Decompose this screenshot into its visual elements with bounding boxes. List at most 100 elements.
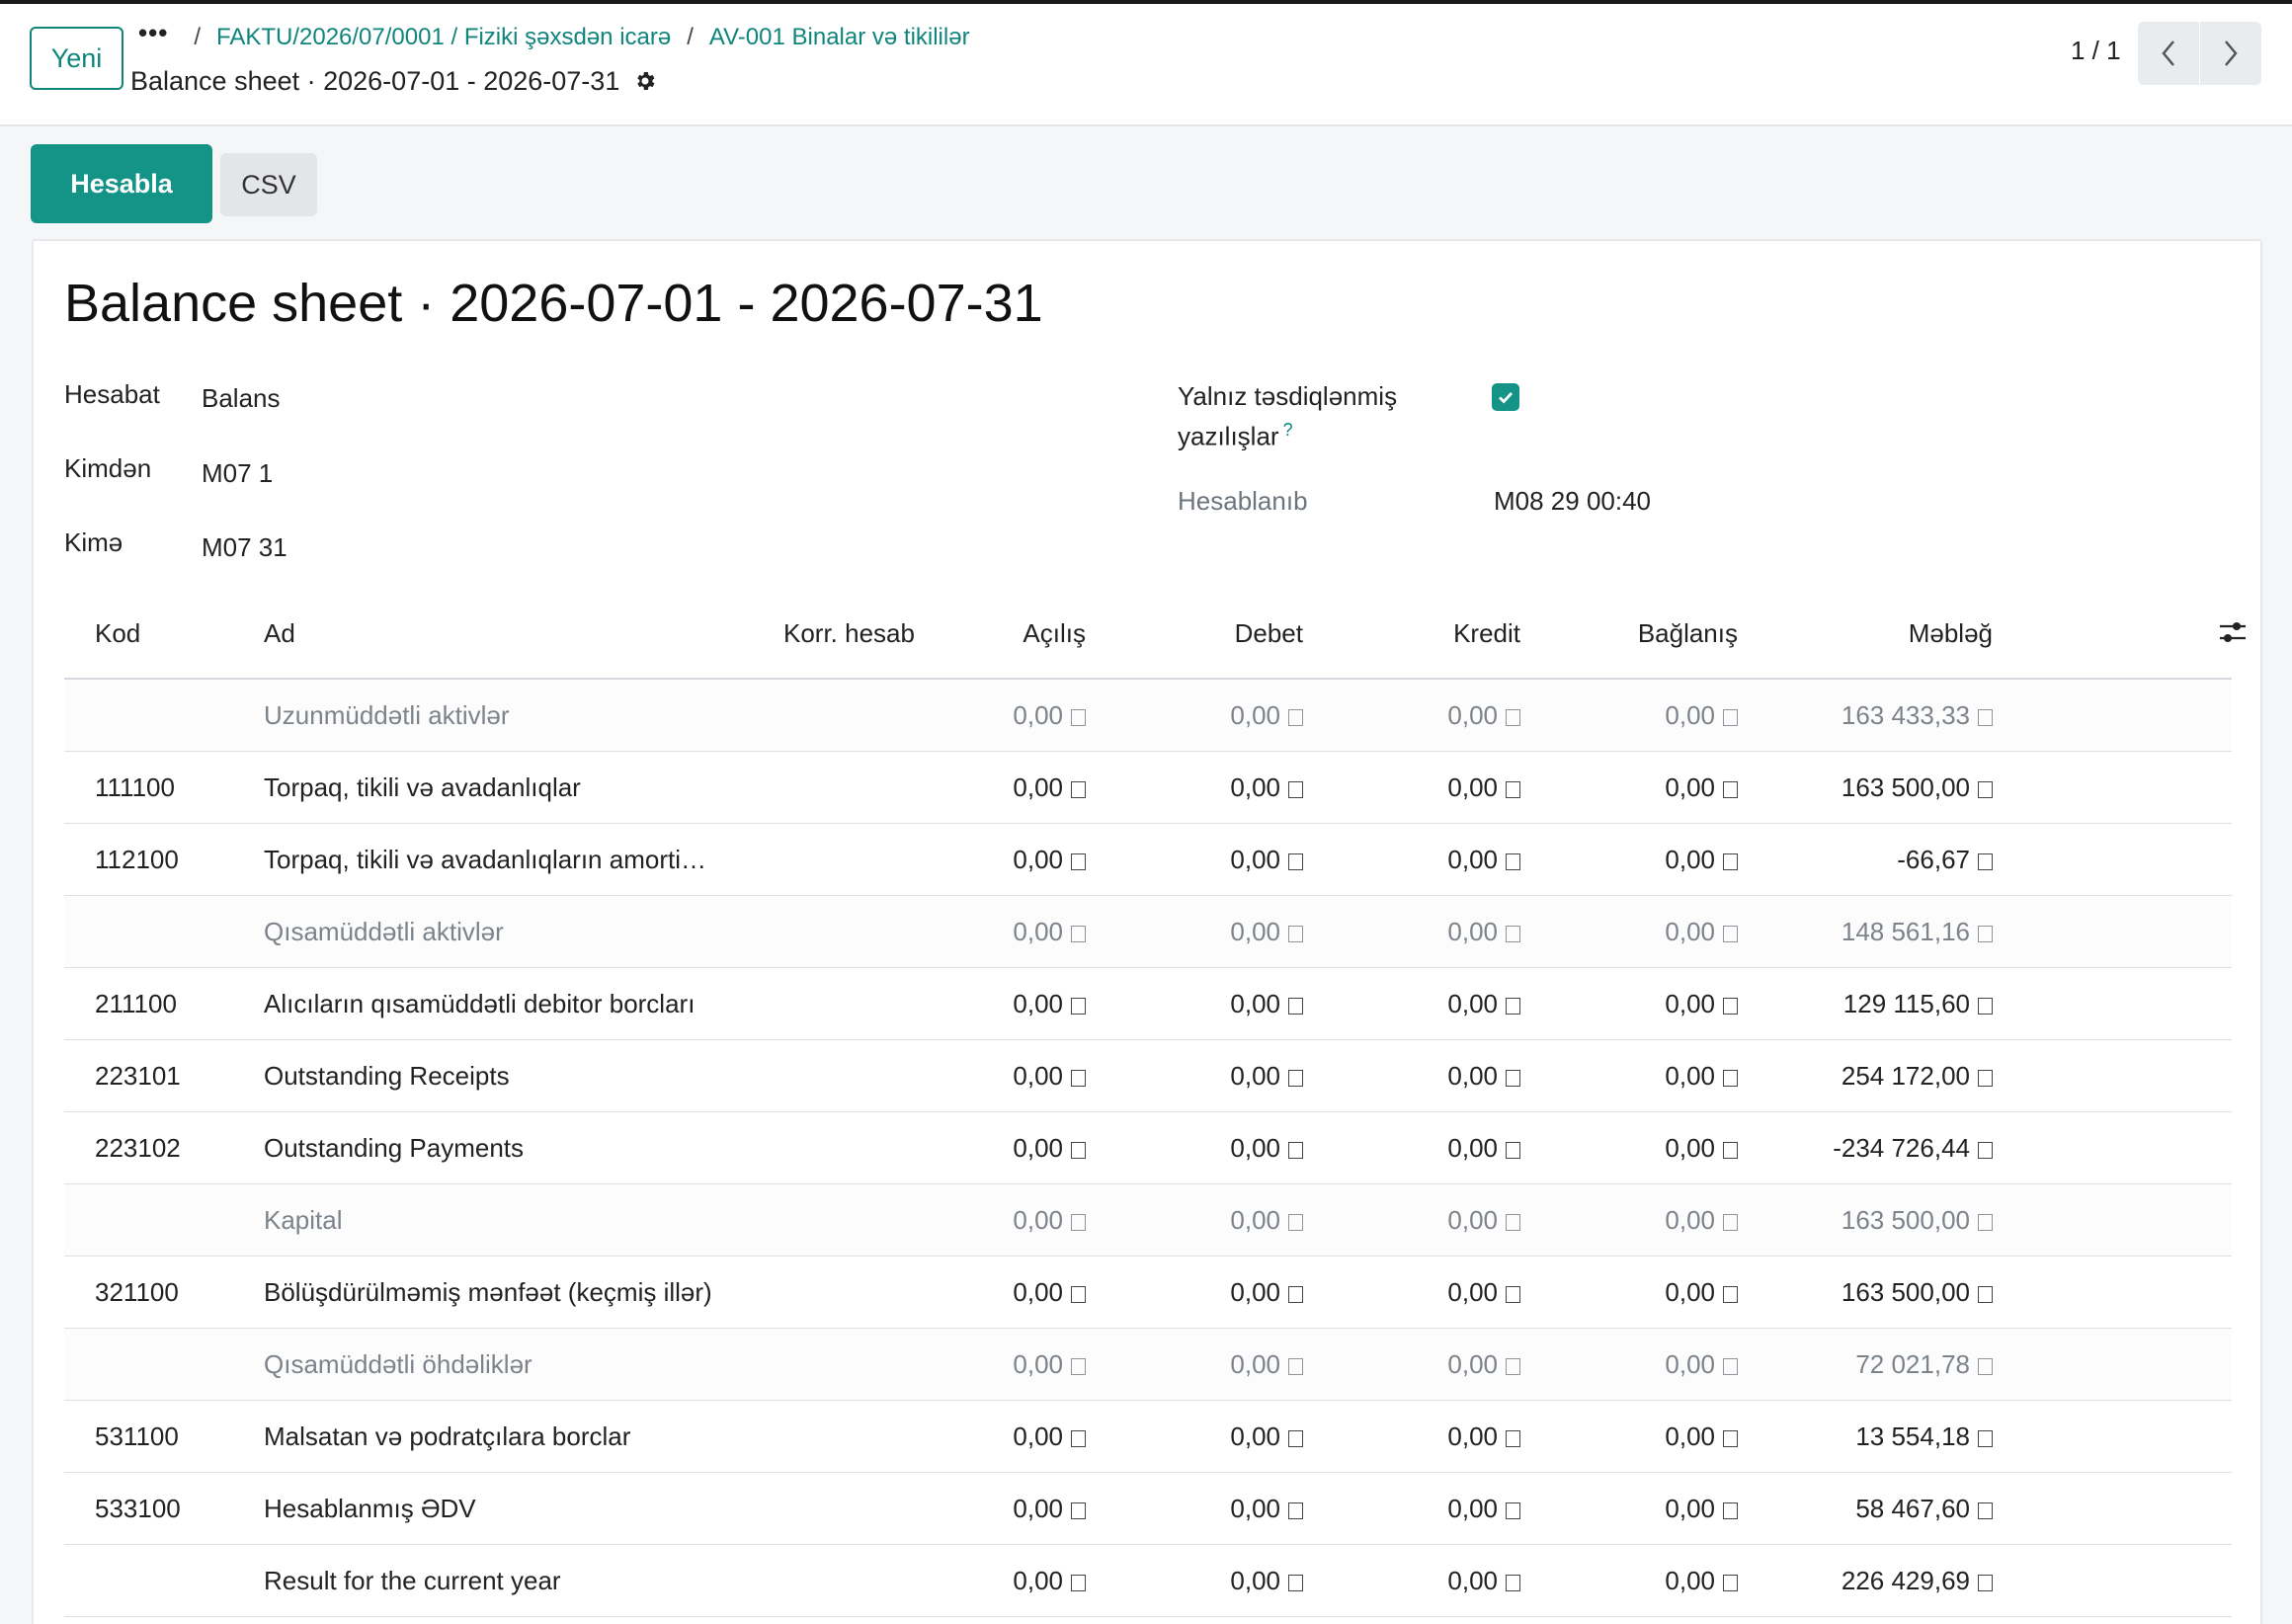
open-ledger-icon[interactable] xyxy=(1071,998,1086,1015)
open-ledger-icon[interactable] xyxy=(1978,998,1993,1015)
to-date-field[interactable]: M07 31 xyxy=(202,532,287,563)
open-ledger-icon[interactable] xyxy=(1288,926,1303,942)
column-header-counter-account[interactable]: Korr. hesab xyxy=(783,618,915,649)
new-button[interactable]: Yeni xyxy=(30,27,123,90)
open-ledger-icon[interactable] xyxy=(1506,853,1520,870)
table-row[interactable]: 531100 Malsatan və podratçılara borclar 0,… xyxy=(64,1401,2232,1473)
gear-icon[interactable] xyxy=(633,69,657,93)
open-ledger-icon[interactable] xyxy=(1506,781,1520,798)
open-ledger-icon[interactable] xyxy=(1071,1070,1086,1087)
open-ledger-icon[interactable] xyxy=(1723,1286,1738,1303)
breadcrumb-item-invoice[interactable]: FAKTU/2026/07/0001 / Fiziki şəxsdən icar… xyxy=(216,24,671,51)
table-section-row[interactable]: Qısamüddətli öhdəliklər 0,00 0,00 0,00 0,00 7… xyxy=(64,1329,2232,1401)
open-ledger-icon[interactable] xyxy=(1071,1286,1086,1303)
open-ledger-icon[interactable] xyxy=(1071,1142,1086,1159)
compute-button[interactable]: Hesabla xyxy=(31,144,212,223)
open-ledger-icon[interactable] xyxy=(1978,781,1993,798)
open-ledger-icon[interactable] xyxy=(1071,709,1086,726)
column-header-code[interactable]: Kod xyxy=(95,618,140,649)
open-ledger-icon[interactable] xyxy=(1978,709,1993,726)
open-ledger-icon[interactable] xyxy=(1978,1286,1993,1303)
open-ledger-icon[interactable] xyxy=(1723,998,1738,1015)
open-ledger-icon[interactable] xyxy=(1723,1142,1738,1159)
table-row[interactable]: 223102 Outstanding Payments 0,00 0,00 0,00 0,… xyxy=(64,1112,2232,1184)
open-ledger-icon[interactable] xyxy=(1288,781,1303,798)
pager-previous-button[interactable] xyxy=(2138,22,2199,85)
open-ledger-icon[interactable] xyxy=(1506,709,1520,726)
pager-next-button[interactable] xyxy=(2200,22,2261,85)
open-ledger-icon[interactable] xyxy=(1506,1430,1520,1447)
open-ledger-icon[interactable] xyxy=(1071,853,1086,870)
pager-value[interactable]: 1 / 1 xyxy=(2071,36,2121,66)
table-row[interactable]: 211100 Alıcıların qısamüddətli debitor bo… xyxy=(64,968,2232,1040)
open-ledger-icon[interactable] xyxy=(1506,1142,1520,1159)
open-ledger-icon[interactable] xyxy=(1288,998,1303,1015)
help-tooltip-icon[interactable]: ? xyxy=(1283,420,1293,440)
open-ledger-icon[interactable] xyxy=(1071,1358,1086,1375)
open-ledger-icon[interactable] xyxy=(1288,709,1303,726)
open-ledger-icon[interactable] xyxy=(1071,1502,1086,1519)
open-ledger-icon[interactable] xyxy=(1723,781,1738,798)
open-ledger-icon[interactable] xyxy=(1071,1575,1086,1591)
open-ledger-icon[interactable] xyxy=(1978,1214,1993,1231)
table-row[interactable]: 533100 Hesablanmış ƏDV 0,00 0,00 0,00 0,00 58 … xyxy=(64,1473,2232,1545)
open-ledger-icon[interactable] xyxy=(1978,1575,1993,1591)
open-ledger-icon[interactable] xyxy=(1288,1214,1303,1231)
open-ledger-icon[interactable] xyxy=(1506,1214,1520,1231)
column-header-closing[interactable]: Bağlanış xyxy=(1638,618,1738,649)
posted-only-checkbox[interactable] xyxy=(1492,383,1519,411)
table-row[interactable]: 321100 Bölüşdürülməmiş mənfəət (keçmiş il… xyxy=(64,1257,2232,1329)
table-row[interactable]: 111100 Torpaq, tikili və avadanlıqlar 0,00… xyxy=(64,752,2232,824)
table-section-row[interactable]: Uzunmüddətli aktivlər 0,00 0,00 0,00 0,00 163… xyxy=(64,680,2232,752)
column-header-debit[interactable]: Debet xyxy=(1235,618,1303,649)
open-ledger-icon[interactable] xyxy=(1506,926,1520,942)
report-field[interactable]: Balans xyxy=(202,383,281,414)
open-ledger-icon[interactable] xyxy=(1288,1430,1303,1447)
open-ledger-icon[interactable] xyxy=(1506,1502,1520,1519)
open-ledger-icon[interactable] xyxy=(1288,1502,1303,1519)
column-header-credit[interactable]: Kredit xyxy=(1453,618,1520,649)
table-row[interactable]: 112100 Torpaq, tikili və avadanlıqların a… xyxy=(64,824,2232,896)
column-settings-icon[interactable] xyxy=(2218,618,2248,651)
open-ledger-icon[interactable] xyxy=(1978,926,1993,942)
open-ledger-icon[interactable] xyxy=(1978,1070,1993,1087)
open-ledger-icon[interactable] xyxy=(1978,1358,1993,1375)
breadcrumb-item-asset[interactable]: AV-001 Binalar və tikililər xyxy=(709,24,970,51)
table-row[interactable]: Result for the current year 0,00 0,00 0,00 0… xyxy=(64,1545,2232,1617)
open-ledger-icon[interactable] xyxy=(1723,926,1738,942)
open-ledger-icon[interactable] xyxy=(1723,1575,1738,1591)
from-date-field[interactable]: M07 1 xyxy=(202,458,273,489)
open-ledger-icon[interactable] xyxy=(1723,1070,1738,1087)
column-header-amount[interactable]: Məbləğ xyxy=(1909,618,1993,649)
open-ledger-icon[interactable] xyxy=(1723,1502,1738,1519)
table-section-row[interactable]: Qısamüddətli aktivlər 0,00 0,00 0,00 0,00 148… xyxy=(64,896,2232,968)
open-ledger-icon[interactable] xyxy=(1978,853,1993,870)
open-ledger-icon[interactable] xyxy=(1723,853,1738,870)
csv-button[interactable]: CSV xyxy=(220,153,317,216)
open-ledger-icon[interactable] xyxy=(1723,709,1738,726)
open-ledger-icon[interactable] xyxy=(1071,1430,1086,1447)
open-ledger-icon[interactable] xyxy=(1506,1358,1520,1375)
column-header-name[interactable]: Ad xyxy=(264,618,295,649)
open-ledger-icon[interactable] xyxy=(1288,1142,1303,1159)
column-header-opening[interactable]: Açılış xyxy=(1023,618,1086,649)
open-ledger-icon[interactable] xyxy=(1071,926,1086,942)
table-row[interactable]: 223101 Outstanding Receipts 0,00 0,00 0,00 0,… xyxy=(64,1040,2232,1112)
open-ledger-icon[interactable] xyxy=(1723,1430,1738,1447)
open-ledger-icon[interactable] xyxy=(1723,1358,1738,1375)
open-ledger-icon[interactable] xyxy=(1071,781,1086,798)
open-ledger-icon[interactable] xyxy=(1978,1142,1993,1159)
open-ledger-icon[interactable] xyxy=(1288,1575,1303,1591)
open-ledger-icon[interactable] xyxy=(1288,1358,1303,1375)
open-ledger-icon[interactable] xyxy=(1071,1214,1086,1231)
open-ledger-icon[interactable] xyxy=(1506,1575,1520,1591)
open-ledger-icon[interactable] xyxy=(1288,1070,1303,1087)
open-ledger-icon[interactable] xyxy=(1978,1430,1993,1447)
open-ledger-icon[interactable] xyxy=(1288,1286,1303,1303)
open-ledger-icon[interactable] xyxy=(1506,1286,1520,1303)
open-ledger-icon[interactable] xyxy=(1723,1214,1738,1231)
open-ledger-icon[interactable] xyxy=(1506,998,1520,1015)
open-ledger-icon[interactable] xyxy=(1506,1070,1520,1087)
open-ledger-icon[interactable] xyxy=(1978,1502,1993,1519)
open-ledger-icon[interactable] xyxy=(1288,853,1303,870)
